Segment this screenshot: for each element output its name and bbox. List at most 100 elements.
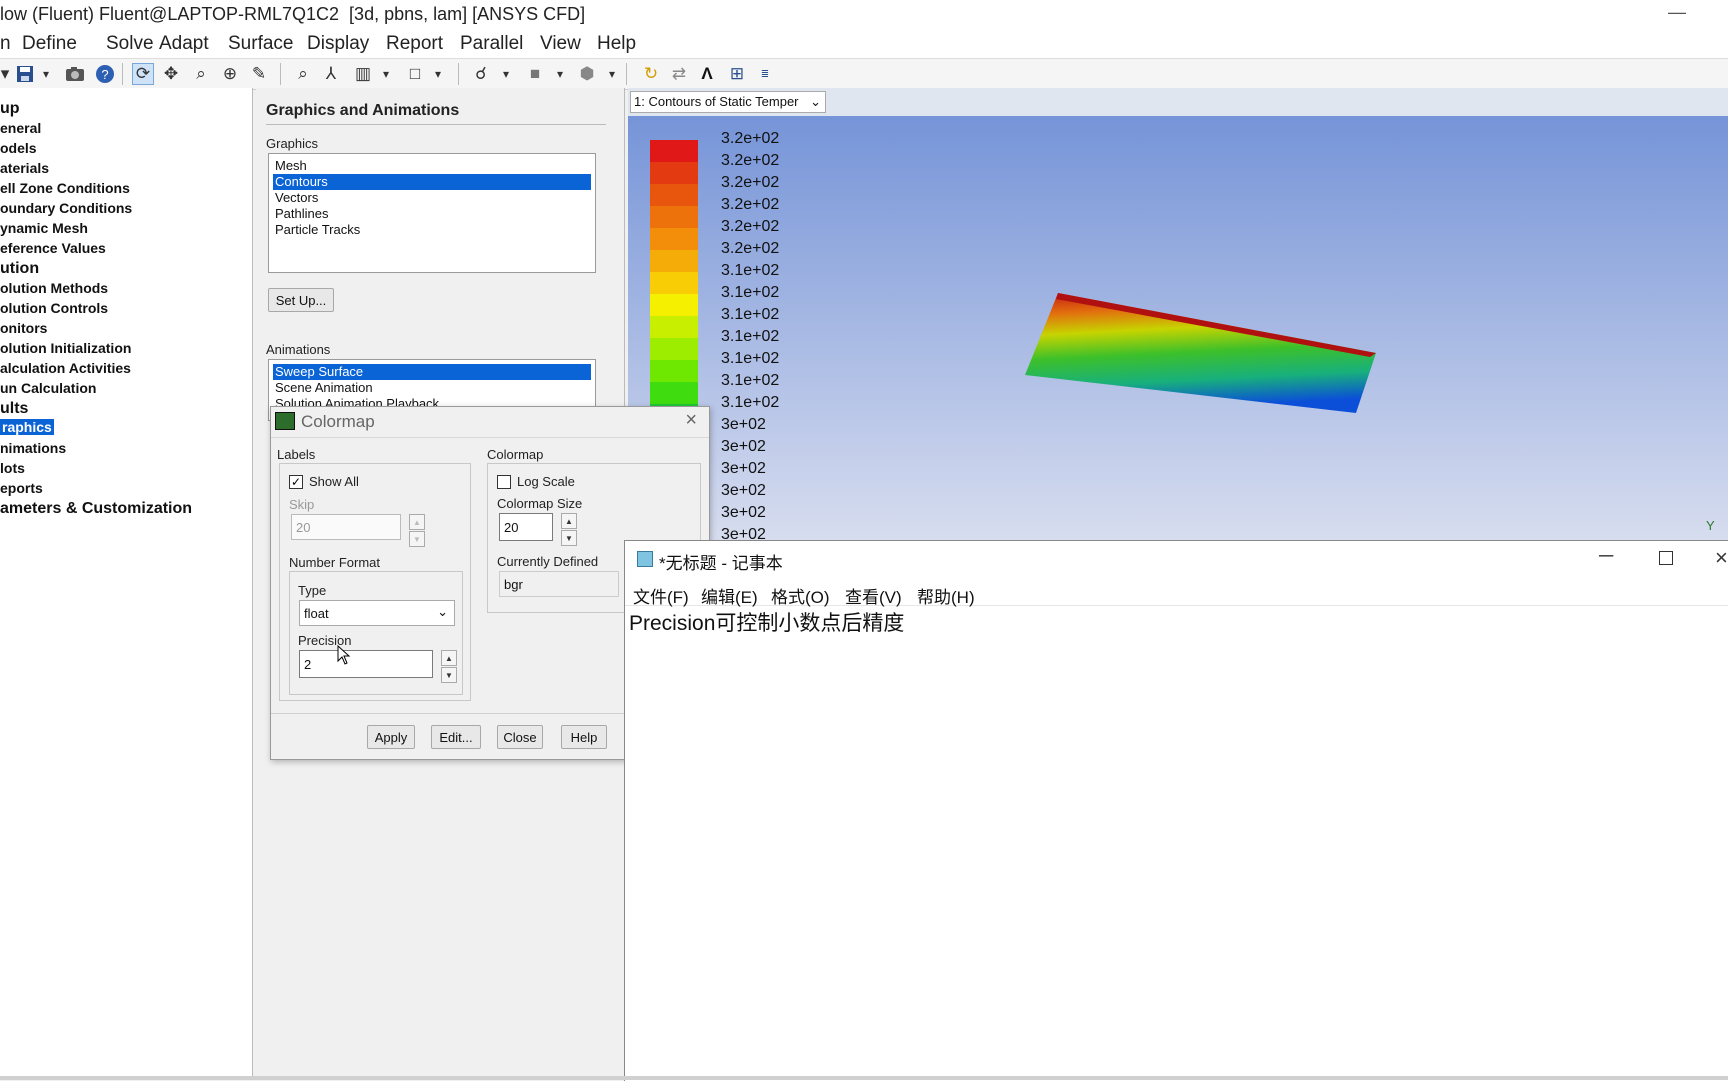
dropdown-icon[interactable]: ▾ xyxy=(554,63,566,85)
notepad-text-area[interactable]: Precision可控制小数点后精度 xyxy=(629,607,904,637)
layout-icon[interactable]: ⊞ xyxy=(726,63,748,85)
dropdown-icon[interactable]: ▾ xyxy=(40,63,52,85)
refresh-icon[interactable]: ↻ xyxy=(640,63,662,85)
maximize-icon[interactable] xyxy=(1659,551,1673,565)
setup-button[interactable]: Set Up... xyxy=(268,288,334,312)
close-button[interactable]: Close xyxy=(497,725,543,749)
tree-item-calc-activities[interactable]: alculation Activities xyxy=(0,360,131,376)
list-item-contours[interactable]: Contours xyxy=(273,174,591,190)
show-all-checkbox[interactable]: ✓ xyxy=(289,475,303,489)
list-item-pathlines[interactable]: Pathlines xyxy=(273,206,591,222)
probe-icon[interactable]: ✎ xyxy=(248,63,270,85)
tree-item-plots[interactable]: lots xyxy=(0,460,25,476)
mesh-info-icon[interactable]: ≣ xyxy=(754,63,776,85)
menu-view[interactable]: View xyxy=(540,33,581,55)
axes-icon[interactable]: ⅄ xyxy=(320,63,342,85)
graphics-window-select[interactable]: 1: Contours of Static Temper ⌄ xyxy=(630,91,826,113)
tree-item-reports[interactable]: eports xyxy=(0,480,43,496)
tree-item-general[interactable]: eneral xyxy=(0,120,41,136)
tree-item-cell-zone[interactable]: ell Zone Conditions xyxy=(0,180,130,196)
tree-item-models[interactable]: odels xyxy=(0,140,37,156)
views-icon[interactable]: ▥ xyxy=(352,63,374,85)
notepad-menu-file[interactable]: 文件(F) xyxy=(633,583,689,608)
skip-spin-down[interactable]: ▼ xyxy=(409,531,425,547)
tree-header-solution[interactable]: ution xyxy=(0,260,39,278)
tree-item-boundary[interactable]: oundary Conditions xyxy=(0,200,132,216)
list-item-sweep-surface[interactable]: Sweep Surface xyxy=(273,364,591,380)
tree-item-solution-methods[interactable]: olution Methods xyxy=(0,280,108,296)
dropdown-icon[interactable]: ▾ xyxy=(0,63,10,85)
dropdown-icon[interactable]: ▾ xyxy=(606,63,618,85)
notepad-menu-help[interactable]: 帮助(H) xyxy=(917,583,975,608)
tree-header-setup[interactable]: up xyxy=(0,100,20,118)
tree-item-solution-controls[interactable]: olution Controls xyxy=(0,300,108,316)
lights-icon[interactable]: ☌ xyxy=(470,63,492,85)
menu-define[interactable]: Define xyxy=(22,33,77,55)
close-icon[interactable]: × xyxy=(685,409,697,432)
list-item-particle-tracks[interactable]: Particle Tracks xyxy=(273,222,591,238)
dropdown-icon[interactable]: ▾ xyxy=(500,63,512,85)
graphics-label: Graphics xyxy=(266,136,319,151)
annotate-icon[interactable]: Λ xyxy=(696,63,718,85)
dropdown-icon[interactable]: ▾ xyxy=(380,63,392,85)
tree-item-solution-init[interactable]: olution Initialization xyxy=(0,340,131,356)
tree-item-dynamic-mesh[interactable]: ynamic Mesh xyxy=(0,220,88,236)
tree-item-graphics[interactable]: raphics xyxy=(0,419,54,435)
colorbar-segment xyxy=(650,250,698,272)
tree-item-animations[interactable]: nimations xyxy=(0,440,66,456)
colormap-size-input[interactable]: 20 xyxy=(499,513,553,541)
save-icon[interactable] xyxy=(14,63,36,85)
menu-file[interactable]: n xyxy=(0,33,11,55)
list-item-vectors[interactable]: Vectors xyxy=(273,190,591,206)
menu-adapt[interactable]: Adapt xyxy=(159,33,209,55)
menu-display[interactable]: Display xyxy=(307,33,369,55)
menu-parallel[interactable]: Parallel xyxy=(460,33,523,55)
size-spin-up[interactable]: ▲ xyxy=(561,513,577,529)
tree-item-monitors[interactable]: onitors xyxy=(0,320,47,336)
log-scale-checkbox[interactable] xyxy=(497,475,511,489)
tree-item-materials[interactable]: aterials xyxy=(0,160,49,176)
minimize-icon[interactable]: ─ xyxy=(1599,545,1613,568)
notepad-menu-view[interactable]: 查看(V) xyxy=(845,583,902,608)
tree-item-run-calculation[interactable]: un Calculation xyxy=(0,380,96,396)
help-button[interactable]: Help xyxy=(561,725,607,749)
type-select[interactable]: float ⌄ xyxy=(299,600,455,626)
precision-spin-down[interactable]: ▼ xyxy=(441,667,457,683)
fill-icon[interactable]: ■ xyxy=(524,63,546,85)
tree-header-parameters[interactable]: ameters & Customization xyxy=(0,500,192,518)
menu-surface[interactable]: Surface xyxy=(228,33,293,55)
menu-report[interactable]: Report xyxy=(386,33,443,55)
camera-icon[interactable] xyxy=(64,63,86,85)
zoom-icon[interactable]: ⌕ xyxy=(190,63,212,85)
menu-help[interactable]: Help xyxy=(597,33,636,55)
colorbar-label: 3.1e+02 xyxy=(721,284,780,301)
apply-button[interactable]: Apply xyxy=(367,725,415,749)
colorbar-label: 3.1e+02 xyxy=(721,328,780,345)
precision-spin-up[interactable]: ▲ xyxy=(441,650,457,666)
rotate-icon[interactable]: ⟳ xyxy=(132,63,154,85)
dropdown-icon[interactable]: ▾ xyxy=(432,63,444,85)
size-spin-down[interactable]: ▼ xyxy=(561,530,577,546)
help-icon[interactable]: ? xyxy=(94,63,116,85)
skip-input[interactable]: 20 xyxy=(291,514,401,540)
pan-icon[interactable]: ✥ xyxy=(160,63,182,85)
tree-header-results[interactable]: ults xyxy=(0,400,28,418)
menu-solve[interactable]: Solve xyxy=(106,33,154,55)
notepad-menu-edit[interactable]: 编辑(E) xyxy=(701,583,758,608)
edit-button[interactable]: Edit... xyxy=(431,725,481,749)
skip-spin-up[interactable]: ▲ xyxy=(409,514,425,530)
render-icon[interactable]: ⬢ xyxy=(576,63,598,85)
notepad-menu-format[interactable]: 格式(O) xyxy=(771,583,830,608)
tree-item-reference-values[interactable]: eference Values xyxy=(0,240,106,256)
zoom-fit-icon[interactable]: ⌕ xyxy=(292,63,314,85)
list-item-mesh[interactable]: Mesh xyxy=(273,158,591,174)
zoom-in-icon[interactable]: ⊕ xyxy=(219,63,241,85)
currently-defined-select[interactable]: bgr xyxy=(499,571,619,597)
minimize-button[interactable]: — xyxy=(1668,2,1686,23)
sync-icon[interactable]: ⇄ xyxy=(668,63,690,85)
close-icon[interactable]: × xyxy=(1715,545,1728,571)
list-item-scene-animation[interactable]: Scene Animation xyxy=(273,380,591,396)
box-icon[interactable]: □ xyxy=(404,63,426,85)
precision-input[interactable]: 2 xyxy=(299,650,433,678)
graphics-list[interactable]: Mesh Contours Vectors Pathlines Particle… xyxy=(268,153,596,273)
